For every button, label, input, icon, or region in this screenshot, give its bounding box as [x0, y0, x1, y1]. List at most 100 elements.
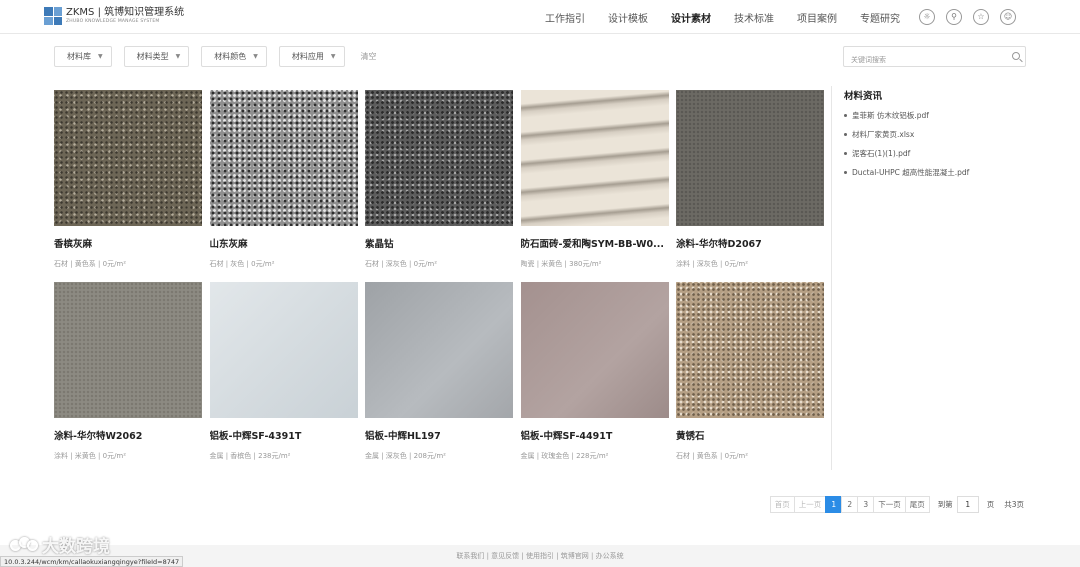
- filter-material-color[interactable]: 材料颜色 ▼: [201, 46, 267, 67]
- news-item-label[interactable]: 材料厂家黄页.xlsx: [852, 129, 914, 140]
- search-icon[interactable]: ⚲: [946, 9, 962, 25]
- page-button-1[interactable]: 1: [825, 496, 843, 513]
- zkms-logo-icon: [44, 7, 62, 25]
- goto-label: 到第: [937, 500, 953, 509]
- material-name[interactable]: 铝板-中辉HL197: [365, 428, 513, 442]
- search-icon[interactable]: [1012, 52, 1020, 60]
- browser-status-url: 10.0.3.244/wcm/km/callaokuxiangqingye?fi…: [0, 556, 184, 567]
- chevron-down-icon: ▼: [330, 53, 336, 60]
- bullet-icon: [844, 133, 847, 136]
- page-unit-label: 页: [986, 500, 995, 509]
- material-name[interactable]: 黄锈石: [676, 428, 824, 442]
- filter-material-type[interactable]: 材料类型 ▼: [123, 46, 190, 67]
- bullet-icon: [844, 171, 847, 174]
- lightbulb-icon[interactable]: ☼: [919, 9, 935, 25]
- material-thumbnail[interactable]: [209, 90, 358, 226]
- nav-item-design-material[interactable]: 设计素材: [671, 10, 711, 25]
- main-nav: 工作指引 设计模板 设计素材 技术标准 项目案例 专题研究: [522, 0, 900, 34]
- material-card[interactable]: 香槟灰麻 石材 | 黄色系 | 0元/m²: [54, 90, 202, 270]
- filter-bar: 材料库 ▼ 材料类型 ▼ 材料颜色 ▼ 材料应用 ▼ 清空: [54, 46, 377, 67]
- material-grid: 香槟灰麻 石材 | 黄色系 | 0元/m² 山东灰麻 石材 | 灰色 | 0元/…: [54, 90, 824, 462]
- sidebar-title: 材料资讯: [844, 91, 883, 102]
- material-thumbnail[interactable]: [365, 90, 513, 226]
- logo[interactable]: ZKMS | 筑博知识管理系统 ZHUBO KNOWLEDGE MANAGE S…: [44, 7, 184, 25]
- news-item[interactable]: 材料厂家黄页.xlsx: [844, 129, 1027, 140]
- material-meta: 石材 | 黄色系 | 0元/m²: [676, 452, 749, 460]
- prev-page-button[interactable]: 上一页: [793, 496, 827, 513]
- material-thumbnail[interactable]: [520, 282, 669, 418]
- material-thumbnail[interactable]: [365, 282, 513, 418]
- material-card[interactable]: 涂料-华尔特D2067 涂料 | 深灰色 | 0元/m²: [676, 90, 824, 270]
- material-name[interactable]: 防石面砖-爱和陶SYM-BB-W0...: [521, 236, 669, 250]
- material-thumbnail[interactable]: [520, 90, 669, 226]
- nav-item-tech-standard[interactable]: 技术标准: [734, 10, 774, 25]
- material-thumbnail[interactable]: [54, 282, 202, 418]
- top-header: ZKMS | 筑博知识管理系统 ZHUBO KNOWLEDGE MANAGE S…: [0, 0, 1080, 34]
- filter-material-library[interactable]: 材料库 ▼: [54, 46, 112, 67]
- watermark: 大数跨境: [10, 532, 110, 557]
- news-item-label[interactable]: Ductal-UHPC 超高性能混凝土.pdf: [852, 167, 969, 178]
- star-icon[interactable]: ☆: [973, 9, 989, 25]
- keyword-search: [843, 46, 1026, 70]
- material-meta: 石材 | 灰色 | 0元/m²: [209, 260, 275, 268]
- news-item[interactable]: 泥客石(1)(1).pdf: [844, 148, 1027, 159]
- material-name[interactable]: 铝板-中辉SF-4491T: [521, 428, 669, 442]
- material-thumbnail[interactable]: [54, 90, 202, 226]
- material-meta: 金属 | 玫瑰金色 | 228元/m²: [520, 452, 609, 460]
- first-page-button[interactable]: 首页: [769, 496, 795, 513]
- material-meta: 涂料 | 深灰色 | 0元/m²: [676, 260, 749, 268]
- material-thumbnail[interactable]: [209, 282, 358, 418]
- dropdown-label: 材料颜色: [214, 52, 247, 61]
- material-card[interactable]: 黄锈石 石材 | 黄色系 | 0元/m²: [676, 282, 824, 462]
- material-name[interactable]: 涂料-华尔特D2067: [676, 236, 824, 250]
- material-card[interactable]: 铝板-中辉SF-4391T 金属 | 香槟色 | 238元/m²: [209, 282, 358, 462]
- material-thumbnail[interactable]: [676, 90, 824, 226]
- news-item-label[interactable]: 泥客石(1)(1).pdf: [852, 148, 910, 159]
- nav-item-work-guide[interactable]: 工作指引: [545, 10, 585, 25]
- chevron-down-icon: ▼: [175, 53, 181, 60]
- page-button-3[interactable]: 3: [857, 496, 875, 513]
- nav-item-project-case[interactable]: 项目案例: [797, 10, 837, 25]
- nav-item-design-template[interactable]: 设计模板: [608, 10, 648, 25]
- filter-material-application[interactable]: 材料应用 ▼: [278, 46, 345, 67]
- watermark-text: 大数跨境: [42, 537, 110, 557]
- material-name[interactable]: 紫晶钻: [365, 236, 513, 250]
- dropdown-label: 材料应用: [291, 52, 324, 61]
- material-meta: 金属 | 深灰色 | 208元/m²: [365, 452, 446, 460]
- news-item[interactable]: 皇菲斯 仿木纹铝板.pdf: [844, 110, 1027, 121]
- material-card[interactable]: 涂料-华尔特W2062 涂料 | 米黄色 | 0元/m²: [54, 282, 202, 462]
- material-card[interactable]: 铝板-中辉SF-4491T 金属 | 玫瑰金色 | 228元/m²: [520, 282, 669, 462]
- search-input[interactable]: [844, 50, 1004, 70]
- logo-subtitle: ZHUBO KNOWLEDGE MANAGE SYSTEM: [66, 18, 160, 24]
- material-meta: 陶瓷 | 米黄色 | 380元/m²: [520, 260, 602, 268]
- goto-page-input[interactable]: [956, 496, 979, 513]
- material-name[interactable]: 香槟灰麻: [54, 236, 202, 250]
- total-pages: 共3页: [1004, 500, 1024, 509]
- user-icon[interactable]: ☺: [1000, 9, 1016, 25]
- logo-title: ZKMS | 筑博知识管理系统: [66, 6, 185, 18]
- material-card[interactable]: 铝板-中辉HL197 金属 | 深灰色 | 208元/m²: [365, 282, 513, 462]
- material-card[interactable]: 防石面砖-爱和陶SYM-BB-W0... 陶瓷 | 米黄色 | 380元/m²: [520, 90, 669, 270]
- news-item[interactable]: Ductal-UHPC 超高性能混凝土.pdf: [844, 167, 1027, 178]
- material-news-sidebar: 材料资讯 皇菲斯 仿木纹铝板.pdf 材料厂家黄页.xlsx 泥客石(1)(1)…: [831, 86, 1027, 470]
- chevron-down-icon: ▼: [98, 53, 103, 60]
- material-meta: 涂料 | 米黄色 | 0元/m²: [54, 452, 127, 460]
- material-card[interactable]: 紫晶钻 石材 | 深灰色 | 0元/m²: [365, 90, 513, 270]
- nav-item-topic-research[interactable]: 专题研究: [860, 10, 900, 25]
- news-item-label[interactable]: 皇菲斯 仿木纹铝板.pdf: [852, 110, 929, 121]
- watermark-logo-icon: [10, 536, 38, 553]
- material-name[interactable]: 山东灰麻: [210, 236, 358, 250]
- last-page-button[interactable]: 尾页: [904, 496, 930, 513]
- header-icons: ☼ ⚲ ☆ ☺: [908, 9, 1016, 25]
- material-meta: 石材 | 深灰色 | 0元/m²: [365, 260, 438, 268]
- clear-filters-link[interactable]: 清空: [361, 51, 377, 62]
- material-card[interactable]: 山东灰麻 石材 | 灰色 | 0元/m²: [209, 90, 358, 270]
- dropdown-label: 材料库: [67, 52, 91, 61]
- next-page-button[interactable]: 下一页: [873, 496, 906, 513]
- material-meta: 石材 | 黄色系 | 0元/m²: [54, 260, 127, 268]
- material-name[interactable]: 铝板-中辉SF-4391T: [210, 428, 358, 442]
- bullet-icon: [844, 152, 847, 155]
- material-thumbnail[interactable]: [676, 282, 824, 418]
- page-button-2[interactable]: 2: [841, 496, 859, 513]
- material-name[interactable]: 涂料-华尔特W2062: [54, 428, 202, 442]
